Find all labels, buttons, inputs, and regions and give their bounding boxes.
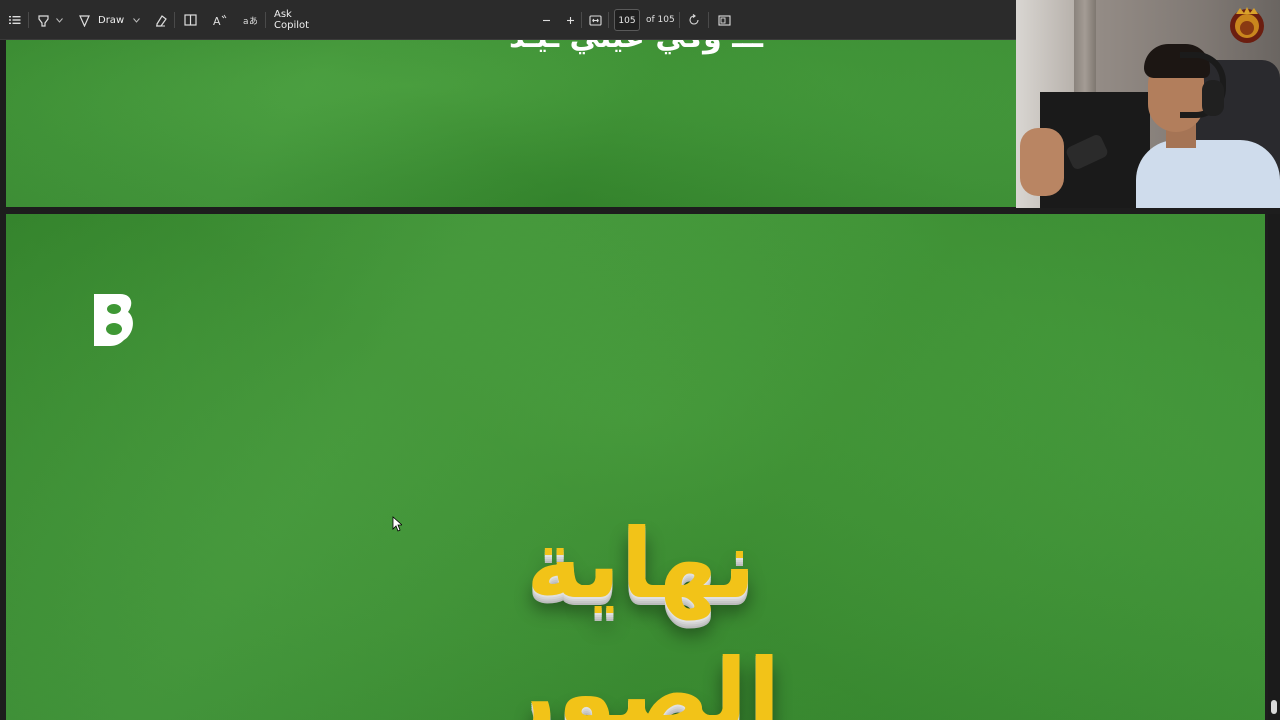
fit-page-button[interactable] bbox=[586, 9, 604, 31]
person-shirt bbox=[1136, 140, 1280, 208]
draw-label: Draw bbox=[98, 14, 125, 26]
zoom-in-button[interactable] bbox=[562, 9, 578, 31]
contents-icon bbox=[9, 16, 21, 24]
toolbar-divider bbox=[608, 12, 609, 28]
toolbar-divider bbox=[679, 12, 680, 28]
b-logo-icon bbox=[94, 294, 133, 346]
toolbar-divider bbox=[265, 12, 266, 28]
two-page-icon bbox=[717, 14, 731, 26]
page-view-button[interactable] bbox=[181, 9, 199, 31]
toolbar-divider bbox=[28, 12, 29, 28]
rotate-button[interactable] bbox=[685, 9, 703, 31]
headphone-cup bbox=[1202, 80, 1224, 116]
rotate-icon bbox=[689, 14, 699, 25]
svg-text:A: A bbox=[213, 15, 221, 26]
chevron-down-icon bbox=[55, 17, 63, 23]
toolbar-divider bbox=[174, 12, 175, 28]
highlight-icon bbox=[37, 14, 49, 27]
svg-text:あ: あ bbox=[249, 16, 257, 26]
two-page-button[interactable] bbox=[715, 9, 733, 31]
ask-copilot-button[interactable]: Ask Copilot bbox=[274, 9, 330, 31]
zoom-out-button[interactable] bbox=[538, 9, 554, 31]
pdf-page-current: نهاية الصور bbox=[6, 214, 1265, 720]
page-view-icon bbox=[183, 14, 197, 26]
person-hand bbox=[1020, 128, 1064, 196]
draw-icon bbox=[79, 14, 90, 27]
paper-texture bbox=[6, 34, 1016, 207]
lion-badge-icon bbox=[1230, 7, 1264, 43]
page-title: نهاية الصور bbox=[501, 508, 781, 720]
toolbar-divider bbox=[708, 12, 709, 28]
eraser-icon bbox=[155, 14, 167, 27]
draw-button[interactable]: Draw bbox=[78, 9, 128, 31]
highlight-dropdown[interactable] bbox=[54, 9, 64, 31]
vertical-scrollbar[interactable] bbox=[1268, 214, 1280, 720]
highlight-button[interactable] bbox=[34, 9, 52, 31]
contents-button[interactable] bbox=[6, 9, 24, 31]
webcam-overlay bbox=[1016, 0, 1280, 208]
translate-button[interactable]: a あ bbox=[241, 9, 259, 31]
page-count-label: of 105 bbox=[646, 15, 675, 25]
svg-text:a: a bbox=[243, 17, 249, 26]
read-aloud-icon: A bbox=[213, 14, 227, 26]
toolbar-divider bbox=[581, 12, 582, 28]
fit-page-icon bbox=[588, 14, 602, 26]
pdf-toolbar: Draw A a あ Ask Copilot 105 of 105 bbox=[0, 0, 1016, 40]
pdf-page-previous: ـــ وكي عيلي ـيـد bbox=[6, 34, 1016, 207]
draw-dropdown[interactable] bbox=[131, 9, 141, 31]
chevron-down-icon bbox=[132, 17, 140, 23]
page-number-input[interactable]: 105 bbox=[614, 9, 640, 31]
plus-icon bbox=[566, 16, 574, 24]
minus-icon bbox=[542, 19, 550, 21]
translate-icon: a あ bbox=[243, 16, 257, 26]
erase-button[interactable] bbox=[151, 9, 169, 31]
scrollbar-thumb[interactable] bbox=[1271, 700, 1277, 714]
ask-copilot-label: Ask Copilot bbox=[274, 9, 310, 31]
read-aloud-button[interactable]: A bbox=[211, 9, 229, 31]
mouse-cursor-icon bbox=[392, 516, 402, 532]
